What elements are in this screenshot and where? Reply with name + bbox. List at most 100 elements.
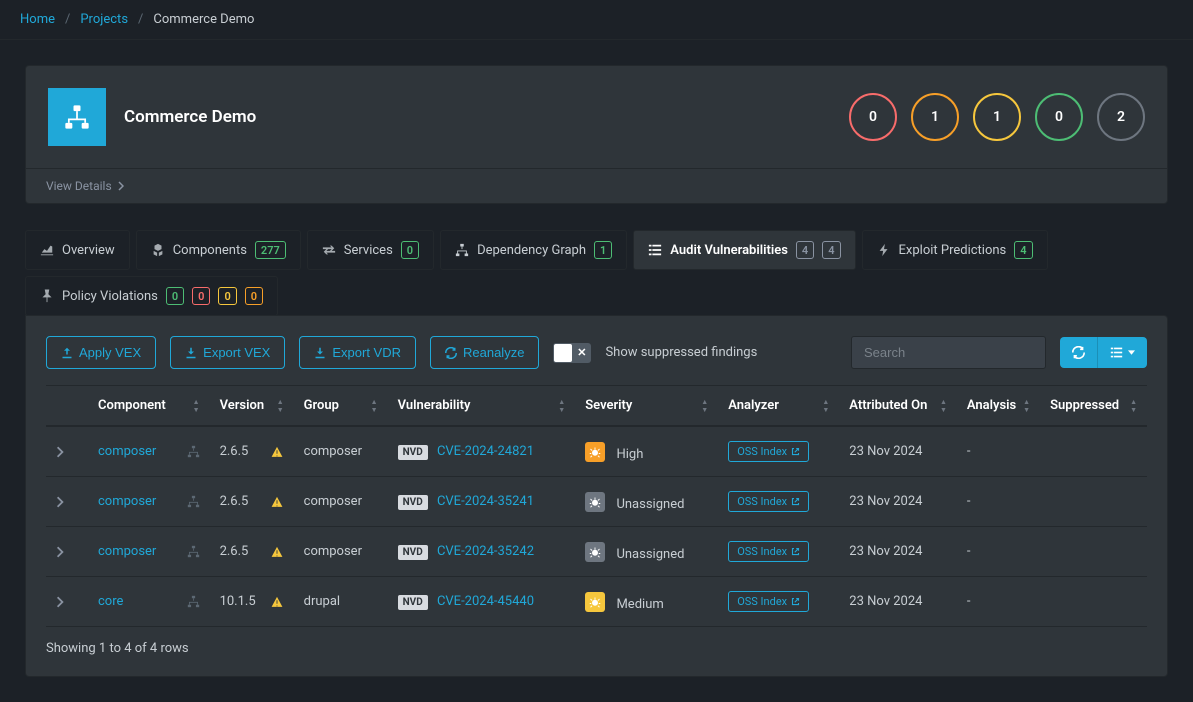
severity-medium-circle[interactable]: 1 xyxy=(973,93,1021,141)
columns-dropdown-button[interactable] xyxy=(1098,337,1147,368)
tab-exploit-predictions[interactable]: Exploit Predictions 4 xyxy=(862,230,1048,270)
vulnerability-link[interactable]: CVE-2024-35242 xyxy=(437,544,534,559)
expand-row-button[interactable] xyxy=(46,426,88,477)
breadcrumb-separator: / xyxy=(65,12,70,27)
group-text: drupal xyxy=(294,577,388,627)
tab-label: Policy Violations xyxy=(62,289,158,304)
outdated-warning-icon xyxy=(270,545,284,559)
vulnerability-link[interactable]: CVE-2024-35241 xyxy=(437,494,534,509)
component-link[interactable]: composer xyxy=(98,494,156,509)
dependency-tree-icon[interactable] xyxy=(187,445,200,458)
tab-services[interactable]: Services 0 xyxy=(307,230,434,270)
breadcrumb-home[interactable]: Home xyxy=(20,12,55,27)
dependency-tree-icon[interactable] xyxy=(187,595,200,608)
col-group[interactable]: Group▲▼ xyxy=(294,386,388,427)
search-input[interactable] xyxy=(851,336,1046,369)
severity-high-circle[interactable]: 1 xyxy=(911,93,959,141)
analyzer-badge[interactable]: OSS Index xyxy=(728,541,809,562)
sort-icon: ▲▼ xyxy=(1130,398,1137,414)
suppressed-toggle[interactable]: ✕ xyxy=(553,343,591,363)
severity-text: Unassigned xyxy=(616,547,684,562)
button-label: Export VEX xyxy=(203,345,270,360)
component-link[interactable]: core xyxy=(98,594,123,609)
audit-panel: Apply VEX Export VEX Export VDR Reanalyz… xyxy=(25,315,1168,677)
col-suppressed[interactable]: Suppressed ▲▼ xyxy=(1040,386,1147,427)
col-label: Version xyxy=(220,398,265,413)
refresh-table-button[interactable] xyxy=(1060,337,1098,368)
severity-critical-circle[interactable]: 0 xyxy=(849,93,897,141)
dependency-tree-icon[interactable] xyxy=(187,495,200,508)
bolt-icon xyxy=(877,243,891,257)
project-title: Commerce Demo xyxy=(124,107,256,127)
tab-policy-violations[interactable]: Policy Violations 0 0 0 0 xyxy=(25,276,278,316)
upload-icon xyxy=(61,347,73,359)
group-text: composer xyxy=(294,527,388,577)
vulnerability-link[interactable]: CVE-2024-45440 xyxy=(437,594,534,609)
analyzer-badge[interactable]: OSS Index xyxy=(728,441,809,462)
tab-badge: 4 xyxy=(822,241,840,259)
col-component[interactable]: Component▲▼ xyxy=(88,386,210,427)
expand-row-button[interactable] xyxy=(46,477,88,527)
tabs: Overview Components 277 Services 0 Depen… xyxy=(25,230,1168,316)
apply-vex-button[interactable]: Apply VEX xyxy=(46,336,156,369)
analyzer-badge[interactable]: OSS Index xyxy=(728,491,809,512)
breadcrumb-projects[interactable]: Projects xyxy=(80,12,128,27)
dependency-tree-icon[interactable] xyxy=(187,545,200,558)
tab-label: Overview xyxy=(62,243,115,258)
col-label: Suppressed xyxy=(1050,398,1119,413)
analysis-text: - xyxy=(957,426,1040,477)
vulnerability-link[interactable]: CVE-2024-24821 xyxy=(437,444,534,459)
severity-text: Medium xyxy=(616,597,663,612)
download-icon xyxy=(314,347,326,359)
toolbar: Apply VEX Export VEX Export VDR Reanalyz… xyxy=(46,336,1147,369)
breadcrumb-current: Commerce Demo xyxy=(153,12,254,27)
breadcrumb: Home / Projects / Commerce Demo xyxy=(0,0,1193,40)
severity-icon xyxy=(585,542,605,562)
tab-badge: 0 xyxy=(218,287,236,305)
severity-unassigned-circle[interactable]: 2 xyxy=(1097,93,1145,141)
version-text: 2.6.5 xyxy=(220,544,249,559)
attributed-date: 23 Nov 2024 xyxy=(839,477,957,527)
tab-components[interactable]: Components 277 xyxy=(136,230,301,270)
table-footer: Showing 1 to 4 of 4 rows xyxy=(46,641,1147,656)
col-attributed-on[interactable]: Attributed On▲▼ xyxy=(839,386,957,427)
chevron-right-icon xyxy=(118,181,124,191)
view-details-link[interactable]: View Details xyxy=(26,168,1167,203)
tab-audit-vulnerabilities[interactable]: Audit Vulnerabilities 4 4 xyxy=(633,230,855,270)
col-analyzer[interactable]: Analyzer▲▼ xyxy=(718,386,839,427)
vuln-source-badge: NVD xyxy=(398,445,428,460)
col-analysis[interactable]: Analysis ▲▼ xyxy=(957,386,1040,427)
attributed-date: 23 Nov 2024 xyxy=(839,577,957,627)
col-label: Analysis xyxy=(967,398,1016,413)
reanalyze-button[interactable]: Reanalyze xyxy=(430,336,539,369)
expand-row-button[interactable] xyxy=(46,527,88,577)
sort-icon: ▲▼ xyxy=(277,398,284,414)
expand-row-button[interactable] xyxy=(46,577,88,627)
export-vex-button[interactable]: Export VEX xyxy=(170,336,285,369)
sort-icon: ▲▼ xyxy=(1023,398,1030,414)
vuln-source-badge: NVD xyxy=(398,595,428,610)
view-details-label: View Details xyxy=(46,179,112,193)
component-link[interactable]: composer xyxy=(98,544,156,559)
sort-icon: ▲▼ xyxy=(701,398,708,414)
tab-dependency-graph[interactable]: Dependency Graph 1 xyxy=(440,230,627,270)
severity-low-circle[interactable]: 0 xyxy=(1035,93,1083,141)
component-link[interactable]: composer xyxy=(98,444,156,459)
chart-line-icon xyxy=(40,243,54,257)
thumbtack-icon xyxy=(40,289,54,303)
col-version[interactable]: Version ▲▼ xyxy=(210,386,294,427)
tab-label: Audit Vulnerabilities xyxy=(670,243,788,258)
col-severity[interactable]: Severity▲▼ xyxy=(575,386,718,427)
refresh-icon xyxy=(1072,346,1085,359)
analysis-text: - xyxy=(957,477,1040,527)
analysis-text: - xyxy=(957,577,1040,627)
group-text: composer xyxy=(294,477,388,527)
export-vdr-button[interactable]: Export VDR xyxy=(299,336,416,369)
project-header-card: Commerce Demo 0 1 1 0 2 View Details xyxy=(25,65,1168,204)
suppressed-cell xyxy=(1040,477,1147,527)
col-vulnerability[interactable]: Vulnerability▲▼ xyxy=(388,386,576,427)
analyzer-badge[interactable]: OSS Index xyxy=(728,591,809,612)
exchange-icon xyxy=(322,243,336,257)
sort-icon: ▲▼ xyxy=(822,398,829,414)
tab-overview[interactable]: Overview xyxy=(25,230,130,270)
